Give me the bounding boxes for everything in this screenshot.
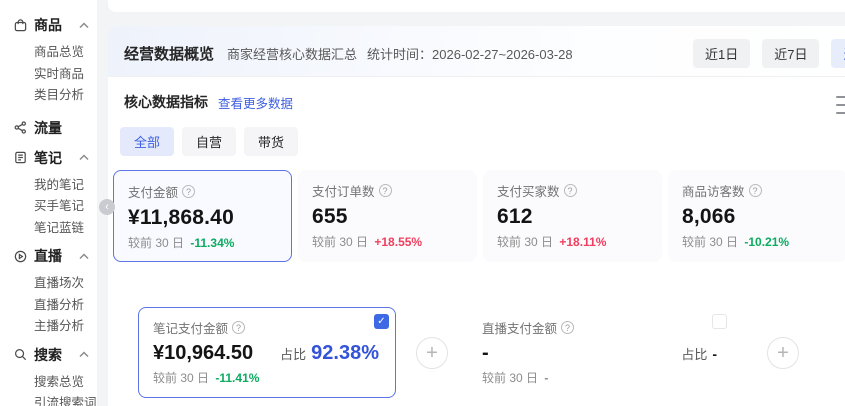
sidebar-section-live[interactable]: 直播 <box>0 241 97 271</box>
panel-header: 经营数据概览 商家经营核心数据汇总 统计时间：2026-02-27~2026-0… <box>108 26 845 76</box>
more-data-link[interactable]: 查看更多数据 <box>218 93 293 112</box>
previous-panel-edge <box>108 0 845 12</box>
breakdown-card-live-payment[interactable]: 直播支付金额 ? - 占比 - 较前 30 日 - <box>468 308 733 397</box>
metric-value: ¥11,868.40 <box>128 206 277 230</box>
metric-delta: +18.11% <box>559 235 606 249</box>
breakdown-card-note-payment[interactable]: ✓ 笔记支付金额 ? ¥10,964.50 占比 92.38% 较前 30 日 … <box>138 307 396 398</box>
product-icon <box>12 17 28 33</box>
range-button-1d[interactable]: 近1日 <box>693 39 750 68</box>
metric-config-icon[interactable] <box>836 96 845 114</box>
metric-card-payment-orders[interactable]: 支付订单数 ? 655 较前 30 日 +18.55% <box>298 170 477 262</box>
metric-delta: +18.55% <box>374 235 422 249</box>
breakdown-value: - <box>482 342 489 365</box>
metric-label: 支付买家数 <box>497 181 560 200</box>
help-icon[interactable]: ? <box>561 321 574 334</box>
breakdown-value: ¥10,964.50 <box>153 342 253 365</box>
chevron-up-icon[interactable] <box>79 154 89 161</box>
metric-compare: 较前 30 日 +18.55% <box>312 233 463 250</box>
chevron-up-icon[interactable] <box>79 22 89 29</box>
sidebar-section-label: 流量 <box>34 118 62 138</box>
ratio-value: - <box>712 346 717 362</box>
sidebar-item-live-sessions[interactable]: 直播场次 <box>0 271 97 293</box>
sidebar-section-traffic[interactable]: 流量 <box>0 113 97 143</box>
range-button-30d[interactable]: 近30日 <box>831 39 845 68</box>
metric-delta: -11.34% <box>190 236 234 250</box>
chevron-up-icon[interactable] <box>79 253 89 260</box>
help-icon[interactable]: ? <box>182 185 195 198</box>
breakdown-delta: - <box>544 371 548 385</box>
sidebar-item-product-overview[interactable]: 商品总览 <box>0 40 97 62</box>
metric-delta: -10.21% <box>744 235 789 249</box>
help-icon[interactable]: ? <box>232 321 245 334</box>
help-icon[interactable]: ? <box>564 184 577 197</box>
breakdown-label: 笔记支付金额 <box>153 318 228 337</box>
search-icon <box>12 347 28 363</box>
tab-self-operated[interactable]: 自营 <box>182 127 236 156</box>
metric-compare: 较前 30 日 +18.11% <box>497 233 648 250</box>
metric-value: 612 <box>497 205 648 229</box>
breakdown-label: 直播支付金额 <box>482 318 557 337</box>
sidebar-item-host-analysis[interactable]: 主播分析 <box>0 314 97 336</box>
metric-label: 支付订单数 <box>312 181 375 200</box>
scope-tabs: 全部 自营 带货 <box>120 127 845 156</box>
sidebar-item-category-analysis[interactable]: 类目分析 <box>0 83 97 105</box>
metric-value: 655 <box>312 205 463 229</box>
breakdown-compare: 较前 30 日 -11.41% <box>153 369 381 386</box>
live-icon <box>12 248 28 264</box>
payment-breakdown-row: ✓ 笔记支付金额 ? ¥10,964.50 占比 92.38% 较前 30 日 … <box>138 307 845 398</box>
page-subtitle: 商家经营核心数据汇总 <box>227 44 357 63</box>
metric-cards-row: 支付金额 ? ¥11,868.40 较前 30 日 -11.34% 支付订单数 … <box>113 170 845 262</box>
note-icon <box>12 150 28 166</box>
sidebar-item-buyer-notes[interactable]: 买手笔记 <box>0 194 97 216</box>
add-metric-button[interactable]: + <box>767 337 799 369</box>
sidebar-item-note-links[interactable]: 笔记蓝链 <box>0 216 97 238</box>
sidebar-item-search-keywords[interactable]: 引流搜索词 <box>0 391 97 406</box>
metric-card-payment-buyers[interactable]: 支付买家数 ? 612 较前 30 日 +18.11% <box>483 170 662 262</box>
core-metrics-header: 核心数据指标 查看更多数据 <box>124 92 845 112</box>
add-metric-button[interactable]: + <box>416 337 448 369</box>
traffic-icon <box>12 120 28 136</box>
sidebar-section-search[interactable]: 搜索 <box>0 340 97 370</box>
sidebar-section-notes[interactable]: 笔记 <box>0 143 97 173</box>
help-icon[interactable]: ? <box>379 184 392 197</box>
metric-label: 支付金额 <box>128 182 178 201</box>
business-data-panel: 经营数据概览 商家经营核心数据汇总 统计时间：2026-02-27~2026-0… <box>108 26 845 406</box>
breakdown-delta: -11.41% <box>215 371 259 385</box>
sidebar-section-label: 笔记 <box>34 148 62 168</box>
breakdown-compare: 较前 30 日 - <box>482 369 719 386</box>
metric-label: 商品访客数 <box>682 181 745 200</box>
sidebar-section-products[interactable]: 商品 <box>0 10 97 40</box>
ratio-group: 占比 - <box>681 344 719 363</box>
ratio-value: 92.38% <box>311 342 379 365</box>
tab-all[interactable]: 全部 <box>120 127 174 156</box>
sidebar-item-my-notes[interactable]: 我的笔记 <box>0 173 97 195</box>
metric-card-product-visitors[interactable]: 商品访客数 ? 8,066 较前 30 日 -10.21% <box>668 170 845 262</box>
sidebar-item-live-analysis[interactable]: 直播分析 <box>0 293 97 315</box>
tab-affiliate[interactable]: 带货 <box>244 127 298 156</box>
chevron-up-icon[interactable] <box>79 351 89 358</box>
sidebar-item-realtime-products[interactable]: 实时商品 <box>0 62 97 84</box>
section-title: 核心数据指标 <box>124 92 208 112</box>
carousel-prev-button[interactable]: ‹ <box>99 199 115 215</box>
ratio-group: 占比 92.38% <box>280 342 381 365</box>
sidebar-section-label: 商品 <box>34 15 62 35</box>
help-icon[interactable]: ? <box>749 184 762 197</box>
checkbox-note-payment[interactable]: ✓ <box>374 314 389 329</box>
page-title: 经营数据概览 <box>124 43 214 64</box>
date-range-group: 近1日 近7日 近30日 <box>693 39 845 68</box>
divider <box>108 76 845 77</box>
sidebar: 商品 商品总览 实时商品 类目分析 流量 笔记 我的笔记 买手笔记 笔记蓝链 直… <box>0 0 97 406</box>
range-button-7d[interactable]: 近7日 <box>762 39 819 68</box>
metric-compare: 较前 30 日 -11.34% <box>128 234 277 251</box>
sidebar-section-label: 搜索 <box>34 345 62 365</box>
metric-compare: 较前 30 日 -10.21% <box>682 233 833 250</box>
metric-value: 8,066 <box>682 205 833 229</box>
stat-time: 统计时间：2026-02-27~2026-03-28 <box>367 44 573 63</box>
checkbox-live-payment[interactable] <box>712 314 727 329</box>
metric-card-payment-amount[interactable]: 支付金额 ? ¥11,868.40 较前 30 日 -11.34% <box>113 170 292 262</box>
sidebar-item-search-overview[interactable]: 搜索总览 <box>0 370 97 392</box>
sidebar-section-label: 直播 <box>34 246 62 266</box>
